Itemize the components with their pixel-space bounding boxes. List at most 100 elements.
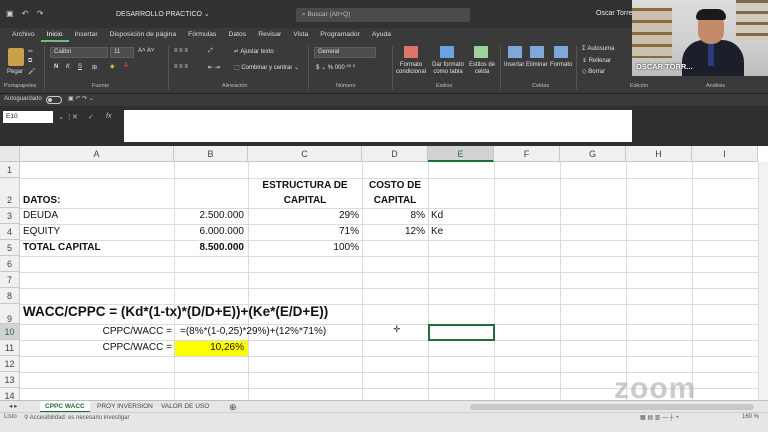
cell-styles-label[interactable]: Estilos de celda [466,62,498,76]
confirm-icon[interactable]: ✓ [88,113,94,121]
cell-e4[interactable]: Ke [431,226,443,237]
cell-c4[interactable]: 71% [248,226,359,237]
row-header[interactable]: 3 [0,208,20,224]
row-header[interactable]: 7 [0,272,20,288]
tab-vista[interactable]: Vista [287,28,314,42]
cell-b10[interactable]: =(8%*(1-0,25)*29%)+(12%*71%) [180,326,326,337]
copy-icon[interactable]: ⧉ [28,58,32,65]
font-color-icon[interactable]: A [124,63,128,69]
column-header-a[interactable]: A [20,146,174,162]
format-painter-icon[interactable]: 🖌 [28,68,36,75]
paste-icon[interactable] [8,48,24,66]
row-header[interactable]: 11 [0,340,20,356]
row-header[interactable]: 12 [0,356,20,372]
merge-center-button[interactable]: ⬚ Combinar y centrar ⌄ [234,64,299,71]
row-header[interactable]: 4 [0,224,20,240]
row-header[interactable]: 10 [0,324,20,340]
font-size-select[interactable]: 11 [110,47,134,58]
tab-inicio[interactable]: Inicio [40,28,69,42]
table-format-label[interactable]: Dar formato como tabla [430,62,466,76]
tab-archivo[interactable]: Archivo [6,28,41,42]
cell-a11[interactable]: CPPC/WACC = [20,342,172,353]
tab-disposicion[interactable]: Disposición de página [104,28,183,42]
clear-button[interactable]: ◇ Borrar [582,68,605,75]
row-header[interactable]: 2 [0,178,20,208]
currency-icon[interactable]: $ ⌄ % 000 ⁰⁰ ⁰ [316,64,355,71]
orientation-icon[interactable]: ⤢ [208,48,213,55]
cell-a2[interactable]: DATOS: [23,195,60,206]
search-box[interactable]: ⌕ Buscar (Alt+Q) [296,8,470,22]
tab-datos[interactable]: Datos [222,28,252,42]
column-header-c[interactable]: C [248,146,362,162]
grow-font-icon[interactable]: A˄ A˅ [138,48,154,54]
spreadsheet-grid[interactable]: A B C D E F G H I 1 2 3 4 5 6 7 8 9 10 1… [0,146,768,400]
wrap-text-button[interactable]: ↵ Ajustar texto [234,48,274,55]
insert-label[interactable]: Insertar [504,62,524,68]
cell-b5[interactable]: 8.500.000 [174,242,245,253]
font-name-select[interactable]: Calibri [50,47,108,58]
row-header[interactable]: 6 [0,256,20,272]
row-header[interactable]: 8 [0,288,20,304]
column-header-g[interactable]: G [560,146,626,162]
borders-icon[interactable]: ⊞ [92,64,97,71]
delete-cells-icon[interactable] [530,46,544,58]
cell-e3[interactable]: Kd [431,210,443,221]
row-header[interactable]: 5 [0,240,20,256]
vertical-scrollbar[interactable] [758,162,768,400]
fx-icon[interactable]: fx [106,113,111,120]
accessibility-status[interactable]: ⚲ Accesibilidad: es necesario investigar [24,414,129,421]
cell-a4[interactable]: EQUITY [23,226,60,237]
cell-a10[interactable]: CPPC/WACC = [20,326,172,337]
tab-insertar[interactable]: Insertar [69,28,104,42]
delete-label[interactable]: Eliminar [526,62,548,68]
align-left-icon[interactable]: ≡ ≡ ≡ [174,64,188,70]
save-icon[interactable]: ▣ ↶ ↷ ⌄ [68,95,94,102]
cell-a9-formula-title[interactable]: WACC/CPPC = (Kd*(1-tx)*(D/D+E))+(Ke*(E/D… [23,304,328,319]
cell-c5[interactable]: 100% [248,242,359,253]
cell-d3[interactable]: 8% [362,210,425,221]
user-name[interactable]: Oscar Torrez [596,10,636,17]
selected-cell-e10[interactable] [428,324,495,341]
column-header-h[interactable]: H [626,146,692,162]
cut-icon[interactable]: ✂ [28,48,33,55]
cancel-icon[interactable]: ✕ [72,113,78,121]
cell-b11[interactable]: 10,26% [174,342,244,353]
align-top-icon[interactable]: ≡ ≡ ≡ [174,48,188,54]
tab-revisar[interactable]: Revisar [252,28,287,42]
cell-styles-icon[interactable] [474,46,488,58]
column-header-b[interactable]: B [174,146,248,162]
cell-d1[interactable]: COSTO DE [362,180,428,191]
italic-icon[interactable]: K [66,64,70,70]
column-header-f[interactable]: F [494,146,560,162]
cell-b4[interactable]: 6.000.000 [174,226,245,237]
row-header[interactable]: 9 [0,304,20,324]
autosave-toggle[interactable] [46,96,62,104]
horizontal-scrollbar[interactable] [470,404,754,410]
bold-icon[interactable]: N [54,64,58,70]
column-header-d[interactable]: D [362,146,428,162]
name-box-chevron-icon[interactable]: ⌄ ⋮ [58,113,73,121]
conditional-format-icon[interactable] [404,46,418,58]
cell-d4[interactable]: 12% [362,226,425,237]
autosum-button[interactable]: Σ Autosuma [582,46,614,52]
indent-icon[interactable]: ⇤ ⇥ [208,64,220,71]
select-all-corner[interactable] [0,146,20,162]
column-header-e[interactable]: E [428,146,494,162]
quick-access-icons[interactable]: ▣ ↶ ↷ [6,9,46,18]
cell-c3[interactable]: 29% [248,210,359,221]
tab-formulas[interactable]: Fórmulas [182,28,222,42]
cell-c2[interactable]: CAPITAL [248,195,362,206]
row-header[interactable]: 13 [0,372,20,388]
cell-b3[interactable]: 2.500.000 [174,210,245,221]
table-format-icon[interactable] [440,46,454,58]
number-format-select[interactable]: General [314,47,376,58]
fill-color-icon[interactable]: ◈ [110,63,115,70]
row-header[interactable]: 1 [0,162,20,178]
cell-a5[interactable]: TOTAL CAPITAL [23,242,101,253]
cell-c1[interactable]: ESTRUCTURA DE [248,180,362,191]
tab-programador[interactable]: Programador [314,28,366,42]
underline-icon[interactable]: S [78,64,82,70]
cell-d2[interactable]: CAPITAL [362,195,428,206]
zoom-level[interactable]: 160 % [742,414,759,420]
row-header[interactable]: 14 [0,388,20,400]
